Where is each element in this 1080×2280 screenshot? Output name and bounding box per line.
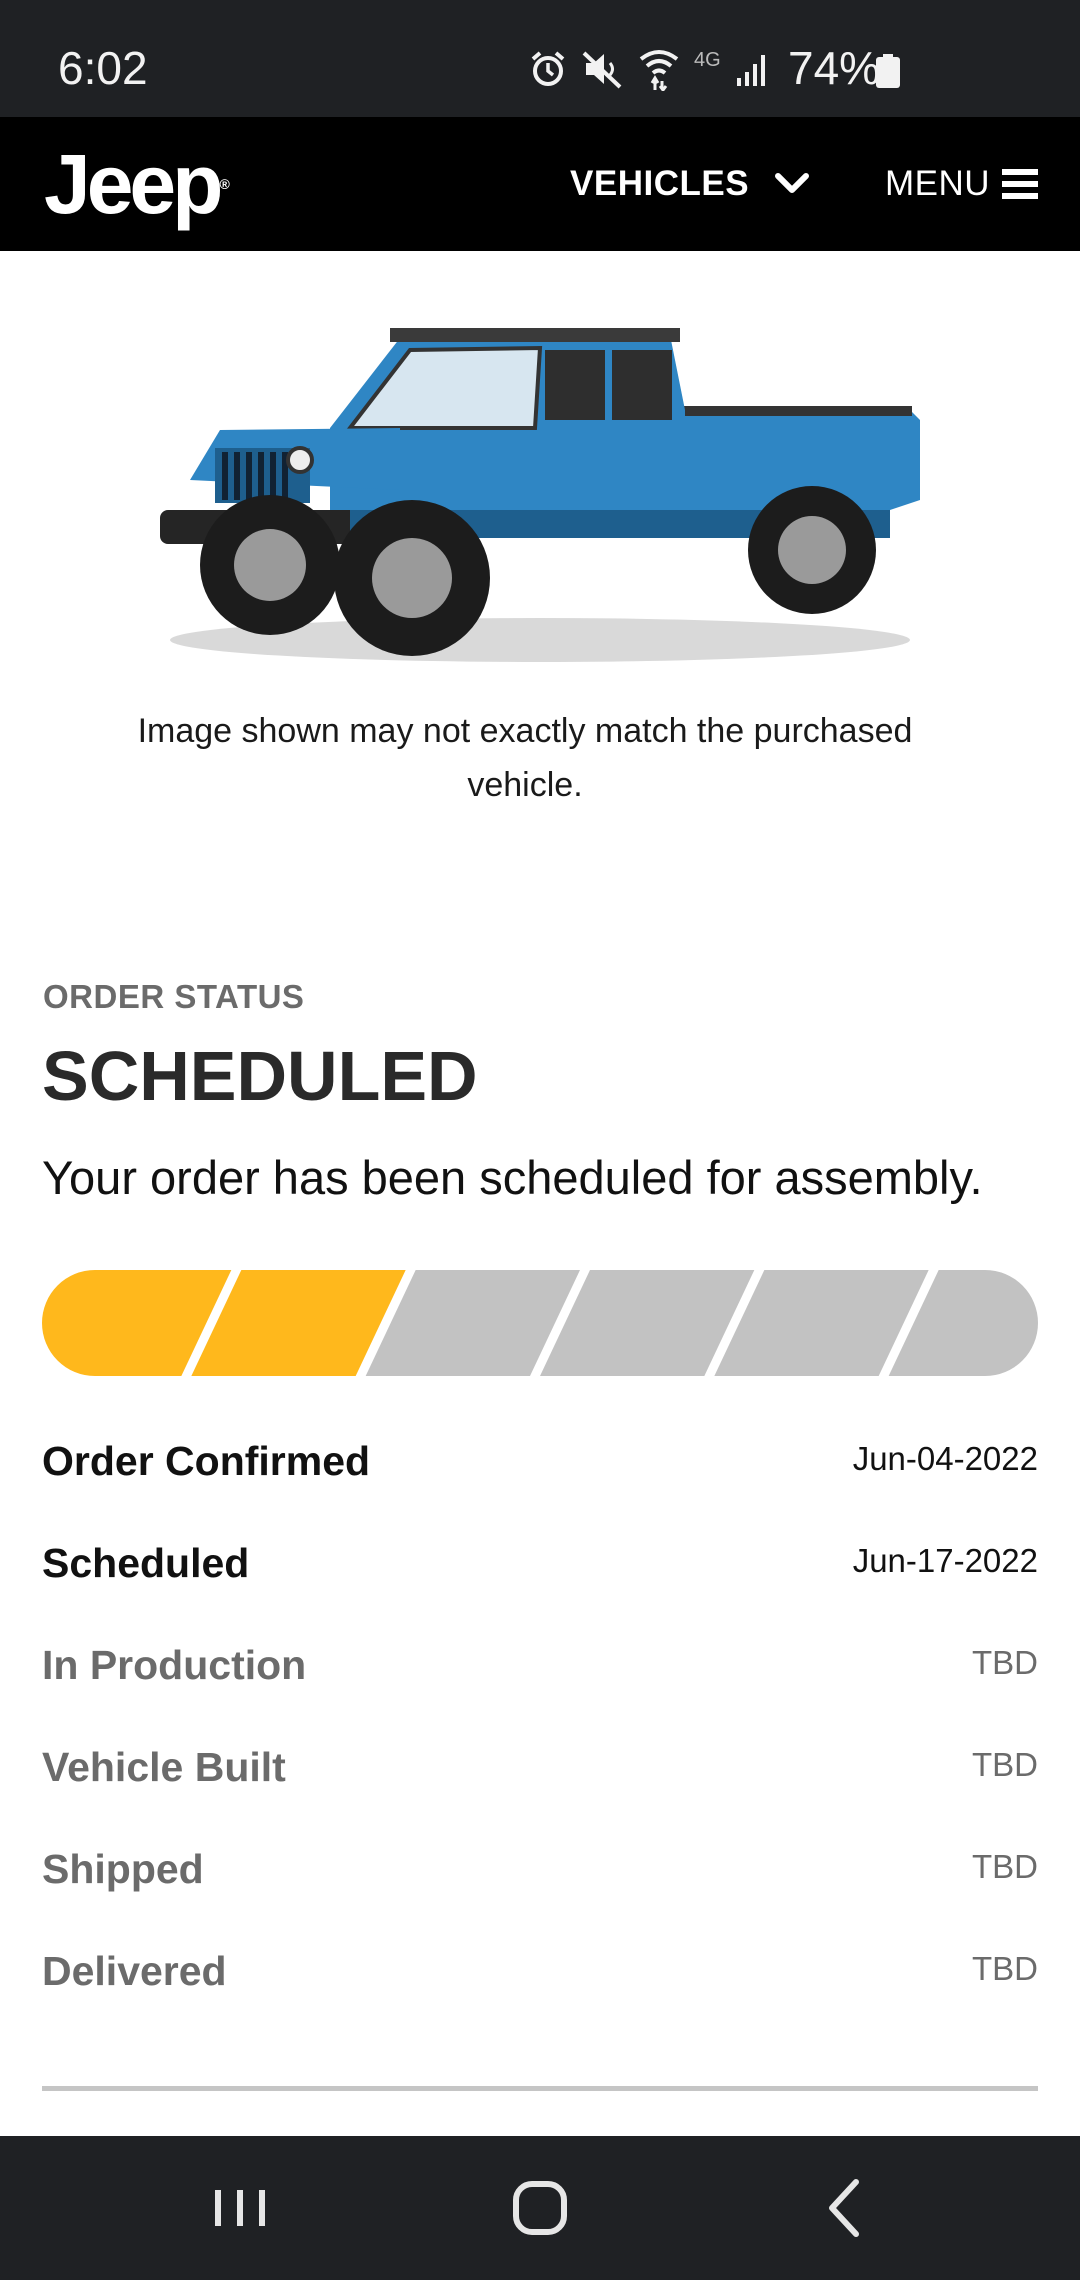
milestone-date: TBD — [972, 1950, 1038, 1987]
vehicle-image — [160, 328, 920, 662]
chevron-down-icon — [775, 173, 810, 193]
alarm-icon — [531, 51, 565, 86]
mute-icon — [582, 51, 622, 89]
milestone-date: TBD — [972, 1644, 1038, 1681]
milestone-label: Order Confirmed — [42, 1438, 371, 1484]
order-status-eyebrow: ORDER STATUS — [43, 978, 305, 1015]
site-header: Jeep® VEHICLES MENU — [0, 117, 1080, 251]
registered-mark: ® — [219, 176, 230, 192]
status-icons: 4G — [528, 44, 769, 94]
hamburger-icon — [1002, 169, 1039, 199]
milestone-row: Order Confirmed Jun-04-2022 — [42, 1414, 1038, 1516]
milestone-date: TBD — [972, 1746, 1038, 1783]
milestone-label: Shipped — [42, 1846, 204, 1892]
order-status-message: Your order has been scheduled for assemb… — [42, 1151, 983, 1204]
status-time: 6:02 — [58, 42, 148, 94]
milestone-date: TBD — [972, 1848, 1038, 1885]
milestone-label: In Production — [42, 1642, 307, 1688]
milestone-list: Order Confirmed Jun-04-2022 Scheduled Jun-1… — [42, 1414, 1038, 2026]
vehicles-dropdown[interactable]: VEHICLES — [570, 157, 810, 211]
milestone-label: Vehicle Built — [42, 1744, 286, 1790]
network-type-label: 4G — [694, 48, 721, 71]
logo-text: Jeep — [44, 137, 223, 231]
menu-label: MENU — [885, 164, 991, 203]
back-icon[interactable] — [804, 2172, 884, 2244]
android-nav-bar — [0, 2136, 1080, 2280]
milestone-date: Jun-17-2022 — [852, 1542, 1038, 1579]
vehicles-label: VEHICLES — [570, 164, 750, 203]
status-bar: 6:02 4G 74% — [0, 0, 1080, 117]
battery-icon — [876, 54, 900, 88]
milestone-row: In Production TBD — [42, 1618, 1038, 1720]
milestone-label: Scheduled — [42, 1540, 250, 1586]
milestone-label: Delivered — [42, 1948, 227, 1994]
milestone-row: Delivered TBD — [42, 1924, 1038, 2026]
milestone-row: Scheduled Jun-17-2022 — [42, 1516, 1038, 1618]
battery-percentage: 74% — [788, 42, 881, 94]
signal-icon — [736, 55, 765, 86]
recent-apps-icon[interactable] — [200, 2172, 280, 2244]
milestone-date: Jun-04-2022 — [852, 1440, 1038, 1477]
order-progress-bar — [42, 1270, 1038, 1376]
wifi-icon — [639, 50, 679, 91]
section-divider — [42, 2086, 1038, 2091]
milestone-row: Vehicle Built TBD — [42, 1720, 1038, 1822]
jeep-logo[interactable]: Jeep® — [44, 139, 230, 229]
menu-button[interactable]: MENU — [885, 157, 1039, 211]
home-icon[interactable] — [500, 2172, 580, 2244]
order-status-heading: SCHEDULED — [42, 1037, 478, 1115]
milestone-row: Shipped TBD — [42, 1822, 1038, 1924]
image-disclaimer: Image shown may not exactly match the pu… — [137, 712, 913, 804]
